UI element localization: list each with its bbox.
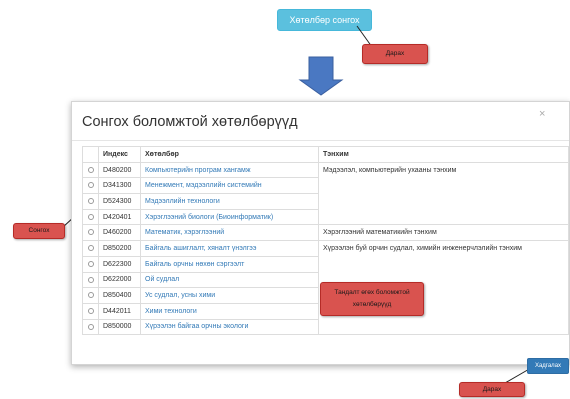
radio-button[interactable]	[87, 229, 94, 236]
program-code: D622300	[98, 255, 141, 273]
callout-click-bottom: Дарах	[459, 382, 525, 397]
callout-click-top: Дарах	[362, 44, 428, 64]
column-header-department: Тэнхим	[318, 146, 569, 163]
program-link[interactable]: Ой судлал	[140, 271, 319, 289]
program-link[interactable]: Компьютерийн програм хангамж	[140, 161, 319, 179]
program-link[interactable]: Хэрэглээний биологи (Биоинформатик)	[140, 208, 319, 226]
radio-button[interactable]	[87, 245, 94, 252]
program-link[interactable]: Ус судлал, усны хими	[140, 287, 319, 304]
radio-button[interactable]	[87, 260, 94, 267]
column-header-program: Хөтөлбөр	[140, 146, 319, 163]
program-code: D850200	[98, 240, 141, 257]
program-link[interactable]: Мэдээллийн технологи	[140, 193, 319, 210]
radio-button[interactable]	[87, 213, 94, 220]
program-code: D850000	[98, 318, 141, 336]
program-code: D442011	[98, 302, 141, 320]
program-code: D460200	[98, 224, 141, 242]
program-code: D341300	[98, 177, 141, 195]
select-programs-button[interactable]: Хөтөлбөр сонгох	[277, 9, 372, 31]
radio-button[interactable]	[87, 276, 94, 283]
radio-button[interactable]	[87, 307, 94, 314]
program-link[interactable]: Математик, хэрэглээний	[140, 224, 319, 242]
callout-select: Сонгох	[13, 223, 65, 239]
save-button[interactable]: Хадгалах	[527, 358, 569, 374]
program-code: D420401	[98, 208, 141, 226]
table-header-row: Индекс Хөтөлбөр Тэнхим	[82, 146, 569, 163]
radio-button[interactable]	[87, 198, 94, 205]
program-selection-modal: Сонгох боломжтой хөтөлбөрүүд × Индекс Хө…	[71, 101, 570, 365]
callout-available-programs: Тандалт өгөх боломжтой хөтөлбөрүүд	[320, 282, 424, 316]
program-code: D850400	[98, 287, 141, 304]
table-row[interactable]: D480200 Компьютерийн програм хангамж Мэд…	[82, 161, 569, 226]
radio-header	[82, 146, 99, 163]
program-code: D524300	[98, 193, 141, 210]
column-header-code: Индекс	[98, 146, 141, 163]
down-arrow-icon	[298, 56, 344, 96]
department-cell: Хэрэглээний математикийн тэнхим	[318, 224, 569, 242]
program-link[interactable]: Хүрээлэн байгаа орчны экологи	[140, 318, 319, 336]
table-row[interactable]: D850200 Байгаль ашиглалт, хяналт үнэлгээ…	[82, 240, 569, 336]
program-link[interactable]: Байгаль орчны нөхөн сэргээлт	[140, 255, 319, 273]
department-cell: Мэдээлэл, компьютерийн ухааны тэнхим	[318, 161, 569, 226]
callout-note-line: хөтөлбөрүүд	[352, 301, 392, 308]
program-code: D622000	[98, 271, 141, 289]
table-row[interactable]: D460200 Математик, хэрэглээний Хэрэглээн…	[82, 224, 569, 242]
program-link[interactable]: Байгаль ашиглалт, хяналт үнэлгээ	[140, 240, 319, 257]
radio-button[interactable]	[87, 292, 94, 299]
program-link[interactable]: Хими технологи	[140, 302, 319, 320]
modal-divider	[72, 140, 569, 141]
program-code: D480200	[98, 161, 141, 179]
close-icon[interactable]: ×	[539, 108, 545, 120]
radio-button[interactable]	[87, 166, 94, 173]
program-link[interactable]: Менежмент, мэдээллийн системийн	[140, 177, 319, 195]
callout-note-line: Тандалт өгөх боломжтой	[334, 289, 410, 296]
radio-button[interactable]	[87, 182, 94, 189]
modal-title: Сонгох боломжтой хөтөлбөрүүд	[82, 114, 298, 130]
radio-button[interactable]	[87, 323, 94, 330]
